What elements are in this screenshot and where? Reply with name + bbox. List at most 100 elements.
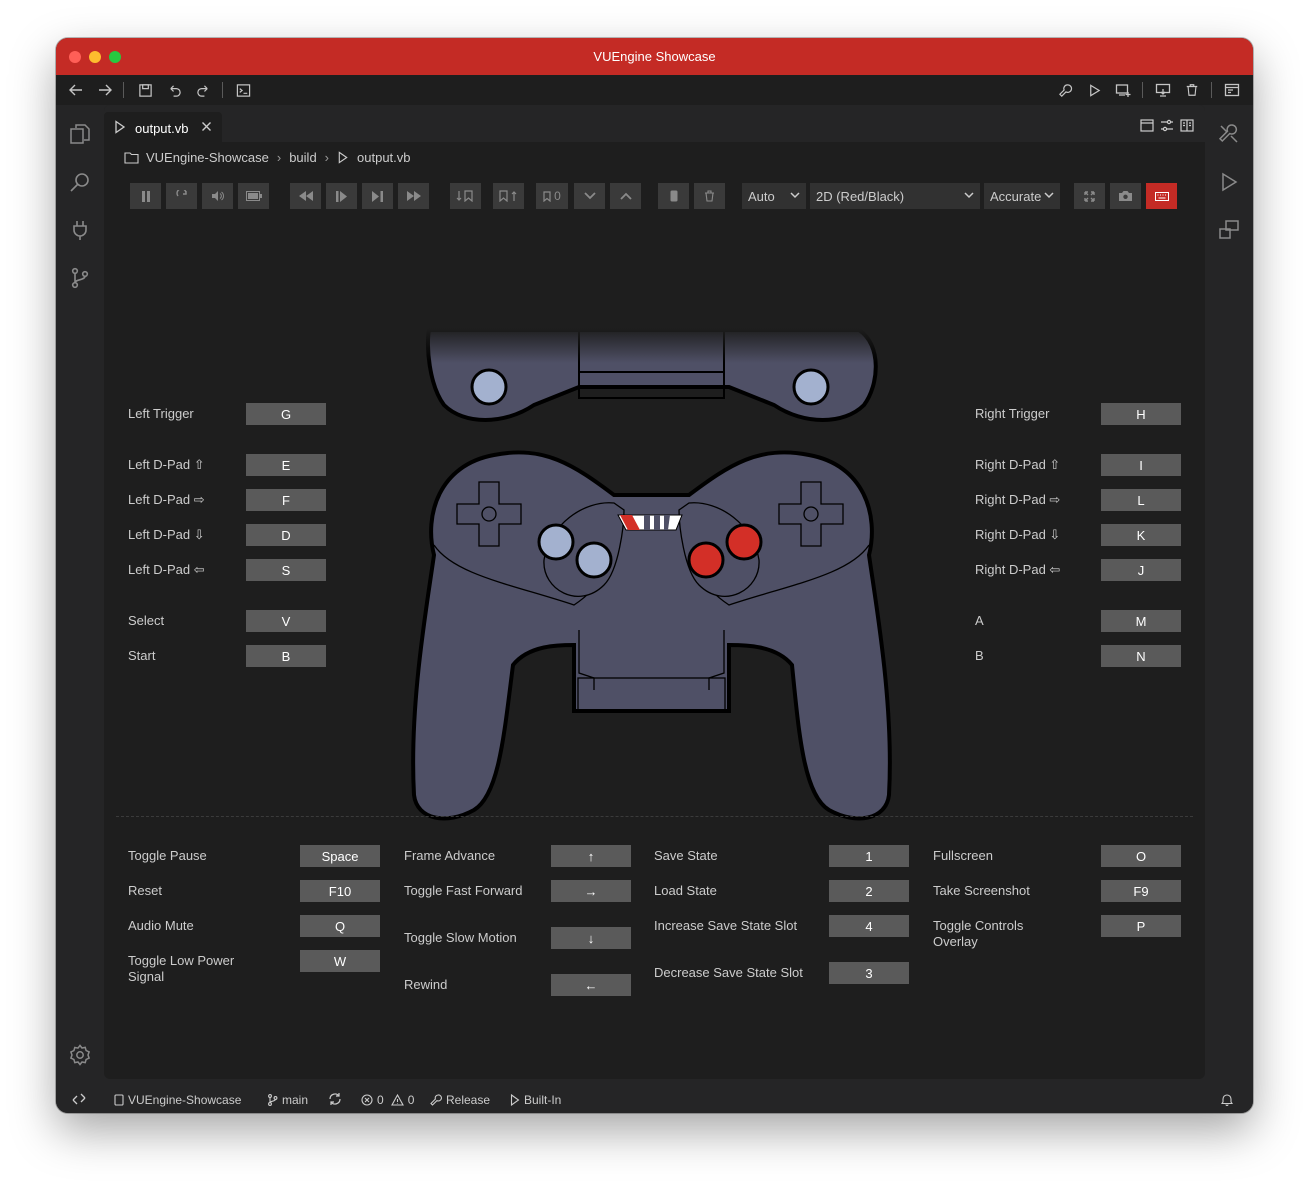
shortcut-key-button[interactable]: W — [300, 950, 380, 972]
folder-icon — [124, 151, 139, 164]
left-mapping-key-button[interactable]: S — [246, 559, 326, 581]
flash-carts-icon[interactable] — [1215, 216, 1243, 244]
right-mapping-label: Right D-Pad ⇩ — [975, 527, 1061, 542]
chevron-right-icon: › — [276, 149, 282, 165]
decrease-slot-button[interactable] — [574, 183, 605, 209]
wrench-icon[interactable] — [1055, 80, 1075, 100]
breadcrumb-item-project[interactable]: VUEngine-Showcase — [124, 150, 269, 165]
shortcut-key-button[interactable]: 2 — [829, 880, 909, 902]
right-mapping-key-button[interactable]: N — [1101, 645, 1181, 667]
breadcrumb-item-file[interactable]: output.vb — [337, 150, 411, 165]
status-build-mode[interactable]: Release — [430, 1093, 490, 1107]
back-arrow-icon[interactable] — [66, 80, 86, 100]
title-bar: VUEngine Showcase — [56, 38, 1253, 75]
fast-forward-button[interactable] — [398, 183, 429, 209]
right-mapping-key-button[interactable]: H — [1101, 403, 1181, 425]
undo-icon[interactable] — [164, 80, 184, 100]
breadcrumb: VUEngine-Showcase › build › output.vb — [124, 147, 411, 167]
save-state-button[interactable] — [450, 183, 481, 209]
error-icon — [361, 1094, 373, 1106]
left-mapping-label: Left D-Pad ⇨ — [128, 492, 205, 507]
shortcut-key-button[interactable]: F10 — [300, 880, 380, 902]
fullscreen-button[interactable] — [1074, 183, 1105, 209]
add-target-icon[interactable] — [1113, 80, 1133, 100]
run-panel-icon[interactable] — [1215, 168, 1243, 196]
save-icon[interactable] — [135, 80, 155, 100]
source-control-icon[interactable] — [66, 264, 94, 292]
status-problems[interactable]: 0 0 — [361, 1093, 414, 1107]
right-mapping-key-button[interactable]: M — [1101, 610, 1181, 632]
right-mapping-key-button[interactable]: J — [1101, 559, 1181, 581]
audio-mute-button[interactable] — [202, 183, 233, 209]
shortcut-label: Toggle Slow Motion — [404, 930, 517, 945]
cartridge-button[interactable] — [658, 183, 689, 209]
plug-icon[interactable] — [66, 216, 94, 244]
status-branch[interactable]: main — [267, 1093, 308, 1107]
shortcut-key-button[interactable]: P — [1101, 915, 1181, 937]
load-state-button[interactable] — [493, 183, 524, 209]
clear-saves-button[interactable] — [694, 183, 725, 209]
split-editor-icon[interactable] — [1140, 119, 1154, 132]
explorer-files-icon[interactable] — [66, 120, 94, 148]
shortcut-key-button[interactable]: Q — [300, 915, 380, 937]
status-emulator[interactable]: Built-In — [510, 1093, 561, 1107]
left-mapping-key-button[interactable]: E — [246, 454, 326, 476]
frame-advance-button[interactable] — [362, 183, 393, 209]
chevron-down-icon — [790, 187, 800, 203]
reset-button[interactable] — [166, 183, 197, 209]
scale-select[interactable]: Auto — [742, 183, 806, 209]
chevron-down-icon — [1044, 187, 1054, 203]
tab-output-vb[interactable]: output.vb — [104, 112, 222, 142]
shortcut-key-button[interactable]: ↑ — [551, 845, 631, 867]
left-mapping-key-button[interactable]: V — [246, 610, 326, 632]
right-mapping-label: Right D-Pad ⇨ — [975, 492, 1061, 507]
emulation-mode-select[interactable]: Accurate — [984, 183, 1060, 209]
breadcrumb-item-build[interactable]: build — [289, 150, 316, 165]
git-branch-icon — [268, 1094, 278, 1106]
screenshot-camera-button[interactable] — [1110, 183, 1141, 209]
increase-slot-button[interactable] — [610, 183, 641, 209]
controls-overlay-keyboard-button[interactable] — [1146, 183, 1177, 209]
shortcut-key-button[interactable]: ↓ — [551, 927, 631, 949]
left-mapping-key-button[interactable]: F — [246, 489, 326, 511]
shortcut-key-button[interactable]: O — [1101, 845, 1181, 867]
settings-sliders-icon[interactable] — [1160, 119, 1174, 132]
right-mapping-key-button[interactable]: K — [1101, 524, 1181, 546]
shortcut-key-button[interactable]: F9 — [1101, 880, 1181, 902]
pause-button[interactable] — [130, 183, 161, 209]
shortcut-key-button[interactable]: ← — [551, 974, 631, 996]
right-mapping-key-button[interactable]: I — [1101, 454, 1181, 476]
shortcut-label: Toggle Fast Forward — [404, 883, 523, 898]
left-mapping-key-button[interactable]: G — [246, 403, 326, 425]
right-mapping-key-button[interactable]: L — [1101, 489, 1181, 511]
forward-arrow-icon[interactable] — [95, 80, 115, 100]
remote-connection-icon[interactable] — [72, 1093, 86, 1105]
search-icon[interactable] — [66, 168, 94, 196]
close-tab-icon[interactable] — [201, 121, 212, 132]
low-power-button[interactable] — [238, 183, 269, 209]
run-icon[interactable] — [1084, 80, 1104, 100]
slow-motion-button[interactable] — [326, 183, 357, 209]
shortcut-key-button[interactable]: 4 — [829, 915, 909, 937]
shortcut-key-button[interactable]: 1 — [829, 845, 909, 867]
flash-device-icon[interactable] — [1153, 80, 1173, 100]
build-tools-icon[interactable] — [1215, 120, 1243, 148]
panel-layout-icon[interactable] — [1222, 80, 1242, 100]
stereo-mode-select[interactable]: 2D (Red/Black) — [810, 183, 980, 209]
trash-icon[interactable] — [1182, 80, 1202, 100]
open-preview-icon[interactable] — [1180, 119, 1194, 132]
terminal-icon[interactable] — [233, 80, 253, 100]
settings-gear-icon[interactable] — [66, 1041, 94, 1069]
redo-icon[interactable] — [193, 80, 213, 100]
left-mapping-key-button[interactable]: D — [246, 524, 326, 546]
status-project[interactable]: VUEngine-Showcase — [114, 1093, 241, 1107]
play-icon — [510, 1094, 520, 1106]
sync-icon[interactable] — [328, 1093, 342, 1105]
shortcut-key-button[interactable]: 3 — [829, 962, 909, 984]
shortcut-key-button[interactable]: Space — [300, 845, 380, 867]
save-slot-button[interactable]: 0 — [536, 183, 568, 209]
left-mapping-key-button[interactable]: B — [246, 645, 326, 667]
rewind-button[interactable] — [290, 183, 321, 209]
notifications-bell-icon[interactable] — [1221, 1093, 1233, 1106]
shortcut-key-button[interactable]: → — [551, 880, 631, 902]
